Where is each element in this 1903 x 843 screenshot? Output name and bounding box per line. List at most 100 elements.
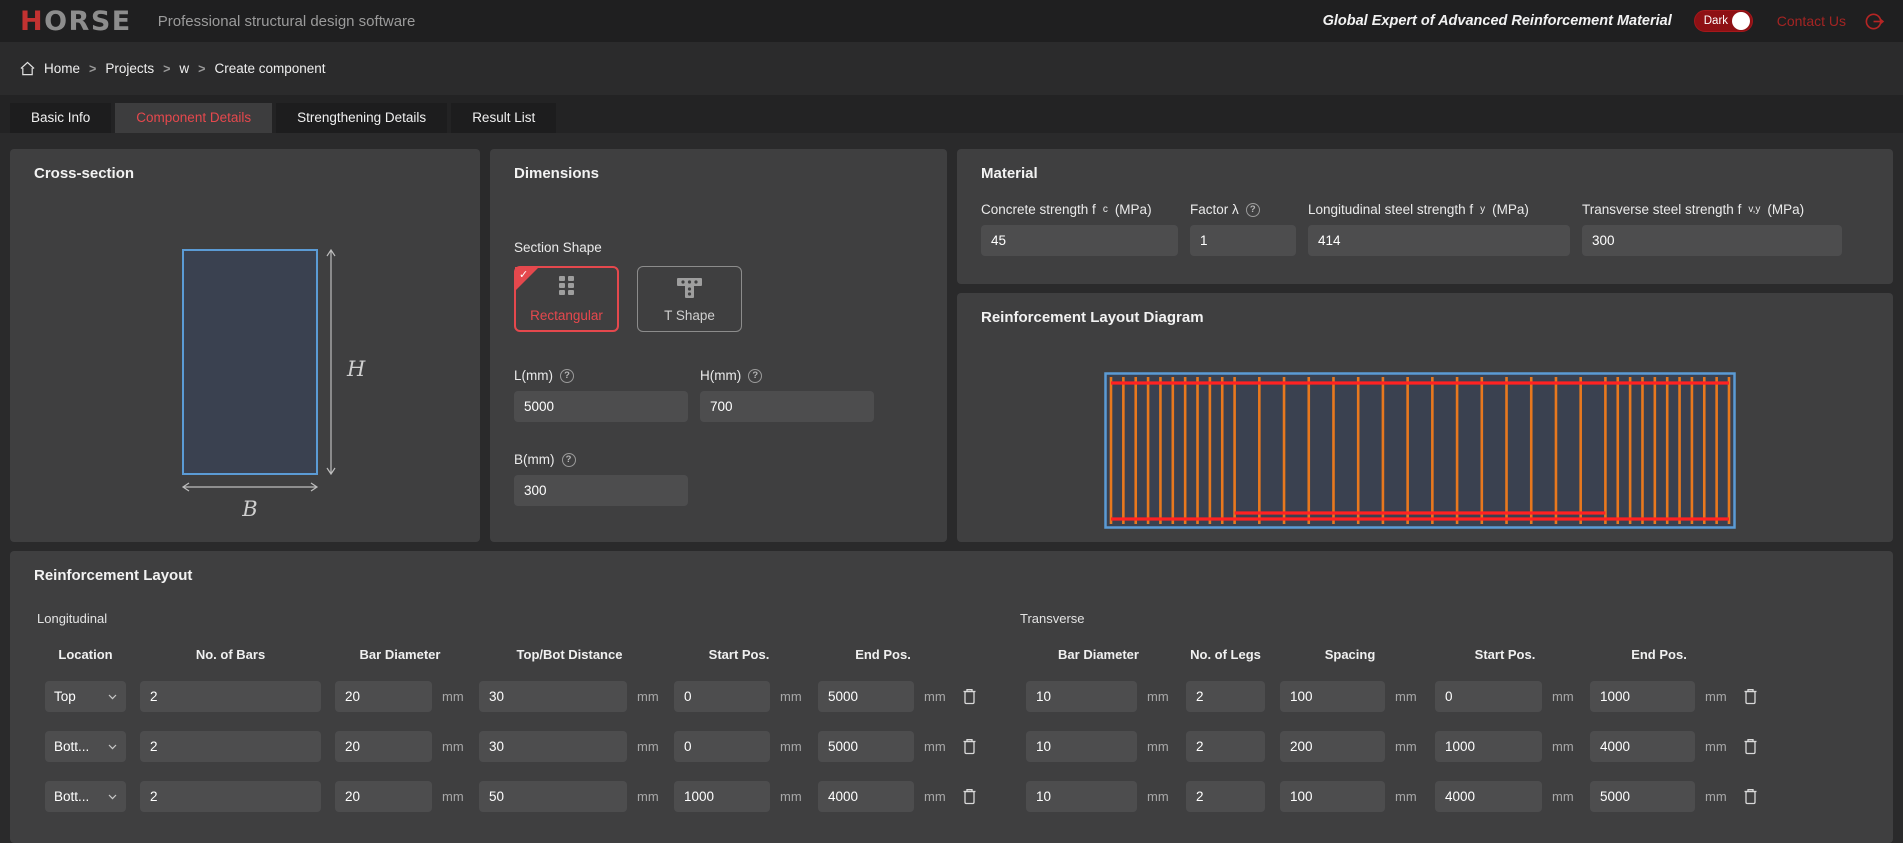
help-icon[interactable]: ? <box>1246 203 1260 217</box>
longitudinal-table: Longitudinal LocationNo. of BarsBar Diam… <box>34 611 1020 831</box>
unit-label: mm <box>924 739 946 754</box>
longitudinal-row: Bott...mmmmmmmm <box>45 731 1020 762</box>
longitudinal-rows: TopmmmmmmmmBott...mmmmmmmmBott...mmmmmmm… <box>34 681 1020 812</box>
no-of-legs-input[interactable] <box>1186 781 1265 812</box>
cross-section-title: Cross-section <box>34 165 456 182</box>
column-header: Spacing <box>1280 647 1420 662</box>
bmm-label: B(mm)? <box>514 452 688 467</box>
column-header: Location <box>45 647 126 662</box>
delete-row-button[interactable] <box>1743 788 1767 805</box>
logo-red-letter: H <box>20 6 44 37</box>
section-shape-label: Section Shape <box>514 240 923 255</box>
start-pos-input[interactable] <box>674 731 770 762</box>
shape-card-t-shape[interactable]: T Shape <box>637 266 742 332</box>
rect-section-icon <box>557 275 576 300</box>
unit-label: mm <box>1147 739 1169 754</box>
no-of-bars-input[interactable] <box>140 681 321 712</box>
end-pos-input[interactable] <box>1590 731 1695 762</box>
breadcrumb-item[interactable]: Projects <box>105 61 154 76</box>
bar-diameter-input[interactable] <box>1026 681 1137 712</box>
theme-toggle[interactable]: Dark <box>1694 10 1753 32</box>
no-of-bars-input[interactable] <box>140 731 321 762</box>
location-select[interactable]: Top <box>45 681 126 712</box>
location-select[interactable]: Bott... <box>45 731 126 762</box>
location-select[interactable]: Bott... <box>45 781 126 812</box>
location-select-value: Bott... <box>54 739 89 754</box>
tab-basic-info[interactable]: Basic Info <box>10 103 111 133</box>
material-field-label-3: Transverse steel strength fv,y(MPa) <box>1582 202 1842 217</box>
logout-button[interactable] <box>1864 11 1885 32</box>
longitudinal-headers: LocationNo. of BarsBar DiameterTop/Bot D… <box>45 647 1020 662</box>
start-pos-input[interactable] <box>1435 731 1542 762</box>
bmm-input[interactable] <box>514 475 688 506</box>
bar-diameter-input[interactable] <box>335 731 432 762</box>
bar-diameter-input[interactable] <box>335 781 432 812</box>
delete-row-button[interactable] <box>962 738 986 755</box>
material-field-input-0[interactable] <box>981 225 1178 256</box>
bar-diameter-input[interactable] <box>1026 781 1137 812</box>
dimensions-panel: Dimensions Section Shape ✓RectangularT S… <box>490 149 947 542</box>
bar-diameter-input[interactable] <box>335 681 432 712</box>
shape-card-label: Rectangular <box>530 308 603 323</box>
delete-row-button[interactable] <box>962 688 986 705</box>
material-field-input-1[interactable] <box>1190 225 1296 256</box>
end-pos-input[interactable] <box>1590 681 1695 712</box>
bmm-field: B(mm)? <box>514 452 688 506</box>
end-pos-input[interactable] <box>818 731 914 762</box>
top-bot-distance-input[interactable] <box>479 781 627 812</box>
main-content: Cross-section HB Dimensions Section Shap… <box>0 133 1903 835</box>
breadcrumb-item[interactable]: Home <box>44 61 80 76</box>
breadcrumb: Home>Projects>w>Create component <box>0 42 1903 95</box>
help-icon[interactable]: ? <box>562 453 576 467</box>
height-dimension-label: H <box>346 357 366 381</box>
help-icon[interactable]: ? <box>560 369 574 383</box>
no-of-legs-input[interactable] <box>1186 731 1265 762</box>
lmm-field: L(mm)? <box>514 368 688 422</box>
spacing-input[interactable] <box>1280 681 1385 712</box>
spacing-input[interactable] <box>1280 781 1385 812</box>
reinforcement-layout-title: Reinforcement Layout <box>34 567 1869 584</box>
unit-label: mm <box>442 789 464 804</box>
tab-result-list[interactable]: Result List <box>451 103 556 133</box>
delete-row-button[interactable] <box>1743 688 1767 705</box>
top-bot-distance-input[interactable] <box>479 681 627 712</box>
hmm-input[interactable] <box>700 391 874 422</box>
no-of-legs-input[interactable] <box>1186 681 1265 712</box>
start-pos-input[interactable] <box>674 781 770 812</box>
material-field-input-2[interactable] <box>1308 225 1570 256</box>
t-section-icon <box>676 276 703 300</box>
start-pos-input[interactable] <box>674 681 770 712</box>
brand-slogan: Global Expert of Advanced Reinforcement … <box>1323 13 1672 29</box>
tab-strengthening-details[interactable]: Strengthening Details <box>276 103 447 133</box>
end-pos-input[interactable] <box>1590 781 1695 812</box>
theme-toggle-knob[interactable] <box>1732 12 1750 30</box>
end-pos-input[interactable] <box>818 681 914 712</box>
delete-row-button[interactable] <box>962 788 986 805</box>
reinforcement-diagram-title: Reinforcement Layout Diagram <box>981 309 1869 326</box>
help-icon[interactable]: ? <box>748 369 762 383</box>
unit-label: mm <box>1705 689 1727 704</box>
breadcrumb-separator: > <box>198 62 205 76</box>
lmm-input[interactable] <box>514 391 688 422</box>
contact-us-link[interactable]: Contact Us <box>1777 13 1846 29</box>
end-pos-input[interactable] <box>818 781 914 812</box>
material-field-input-3[interactable] <box>1582 225 1842 256</box>
bar-diameter-input[interactable] <box>1026 731 1137 762</box>
top-bot-distance-input[interactable] <box>479 731 627 762</box>
delete-row-button[interactable] <box>1743 738 1767 755</box>
unit-label: mm <box>1147 689 1169 704</box>
no-of-bars-input[interactable] <box>140 781 321 812</box>
start-pos-input[interactable] <box>1435 781 1542 812</box>
tab-component-details[interactable]: Component Details <box>115 103 272 133</box>
cross-section-panel: Cross-section HB <box>10 149 480 542</box>
start-pos-input[interactable] <box>1435 681 1542 712</box>
transverse-subtitle: Transverse <box>1020 611 1869 626</box>
column-header: Bar Diameter <box>335 647 465 662</box>
breadcrumb-item[interactable]: w <box>179 61 189 76</box>
column-header: No. of Bars <box>140 647 321 662</box>
breadcrumb-item[interactable]: Create component <box>214 61 325 76</box>
shape-card-rectangular[interactable]: ✓Rectangular <box>514 266 619 332</box>
spacing-input[interactable] <box>1280 731 1385 762</box>
unit-label: mm <box>924 789 946 804</box>
home-button[interactable] <box>20 61 35 76</box>
